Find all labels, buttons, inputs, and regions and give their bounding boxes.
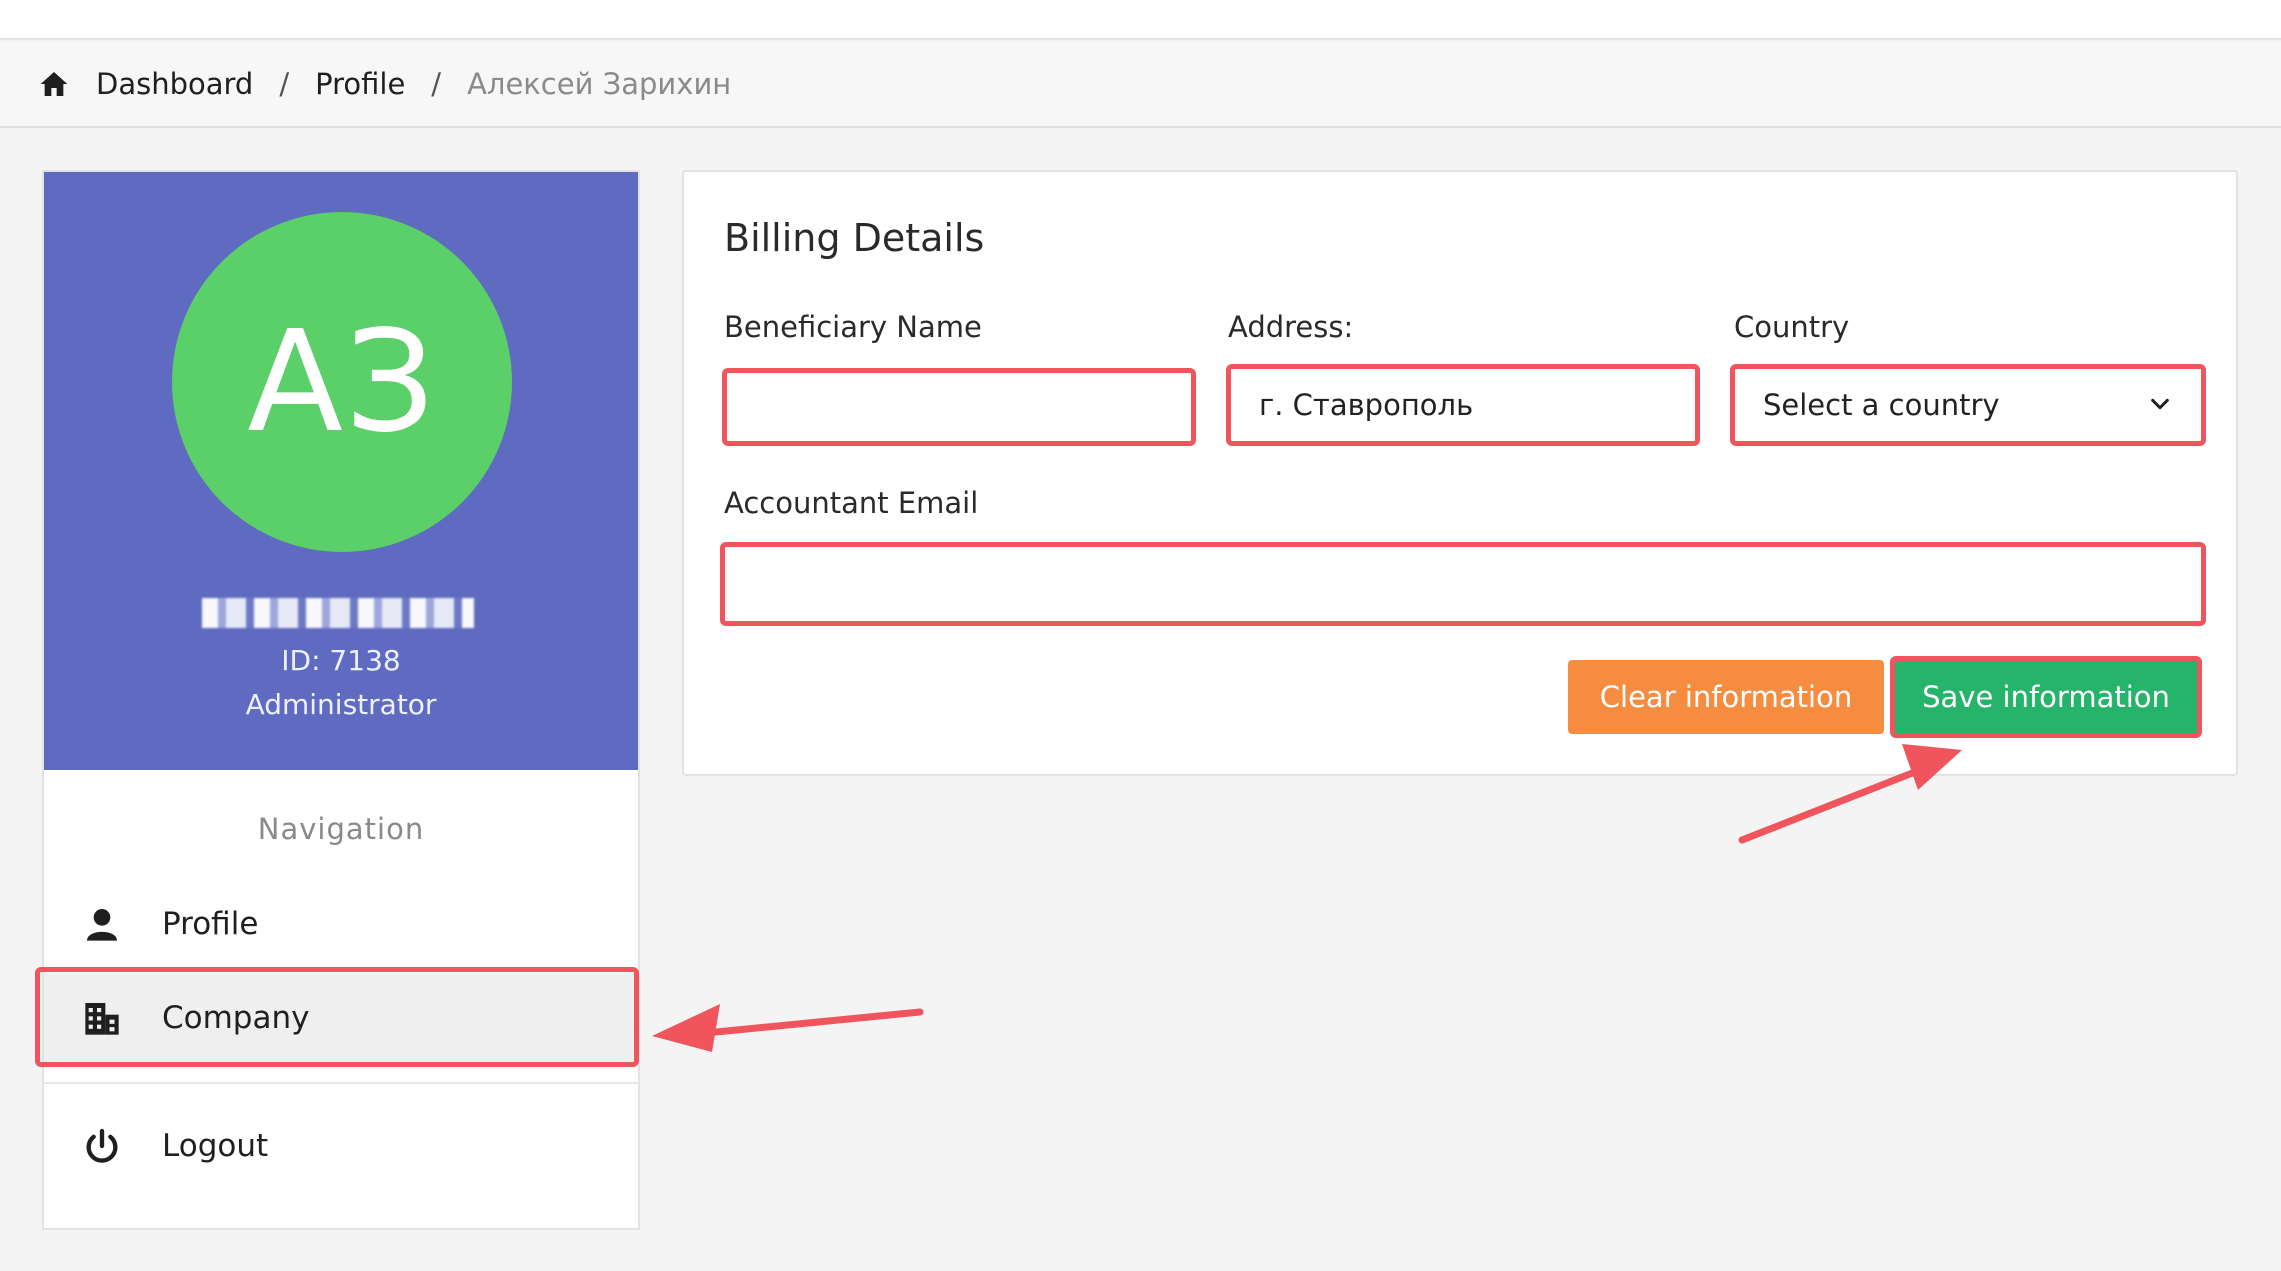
billing-card: Billing Details Beneficiary Name Address… xyxy=(682,170,2238,776)
country-label: Country xyxy=(1734,310,1850,344)
home-icon[interactable] xyxy=(38,68,70,100)
country-select[interactable]: Select a country xyxy=(1730,364,2206,446)
avatar: АЗ xyxy=(172,212,512,552)
profile-header: АЗ ID: 7138 Administrator xyxy=(44,172,638,770)
clear-information-button[interactable]: Clear information xyxy=(1568,660,1884,734)
accountant-email-label: Accountant Email xyxy=(724,486,979,520)
nav-divider xyxy=(44,1082,638,1084)
chevron-down-icon xyxy=(2151,398,2169,410)
user-role: Administrator xyxy=(245,688,437,721)
navigation-title: Navigation xyxy=(257,812,425,846)
accountant-email-input[interactable] xyxy=(720,542,2206,626)
user-icon xyxy=(87,909,117,941)
nav-item-label: Company xyxy=(162,1000,310,1036)
user-id: ID: 7138 xyxy=(281,644,401,677)
nav-item-profile[interactable]: Profile xyxy=(44,876,638,972)
breadcrumb: Dashboard / Profile / Алексей Зарихин xyxy=(0,42,2281,128)
building-icon xyxy=(85,1003,119,1035)
profile-card: АЗ ID: 7138 Administrator Navigation xyxy=(42,170,640,1230)
nav-item-label: Logout xyxy=(162,1128,269,1164)
breadcrumb-separator: / xyxy=(279,67,290,101)
top-bar xyxy=(0,0,2281,40)
breadcrumb-separator: / xyxy=(431,67,442,101)
power-icon xyxy=(86,1128,118,1163)
billing-title: Billing Details xyxy=(724,216,985,260)
address-input[interactable]: г. Ставрополь xyxy=(1226,364,1700,446)
breadcrumb-current: Алексей Зарихин xyxy=(467,67,732,101)
nav-item-company[interactable]: Company xyxy=(44,973,638,1063)
beneficiary-name-input[interactable] xyxy=(722,368,1196,446)
address-label: Address: xyxy=(1228,310,1354,344)
nav-item-logout[interactable]: Logout xyxy=(44,1098,638,1194)
breadcrumb-profile[interactable]: Profile xyxy=(315,67,405,101)
user-name-redacted xyxy=(202,598,474,628)
save-information-button[interactable]: Save information xyxy=(1894,660,2198,734)
country-select-value: Select a country xyxy=(1763,388,2000,422)
beneficiary-label: Beneficiary Name xyxy=(724,310,982,344)
breadcrumb-dashboard[interactable]: Dashboard xyxy=(96,67,253,101)
arrow-to-company xyxy=(652,1004,924,1052)
nav-item-label: Profile xyxy=(162,906,259,942)
